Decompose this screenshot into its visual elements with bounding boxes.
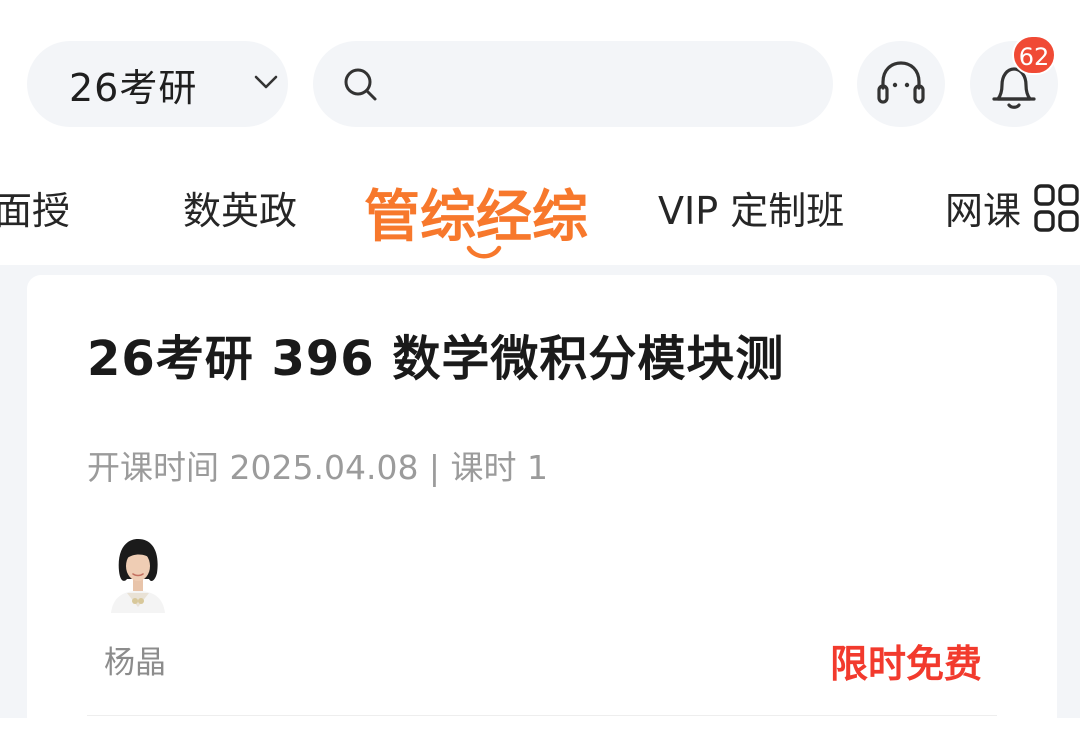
price-label: 限时免费	[830, 642, 983, 686]
course-card[interactable]: 26考研 396 数学微积分模块测 开课时间 2025.04.08 | 课时 1…	[27, 275, 1057, 735]
notification-count-badge: 62	[1012, 35, 1056, 75]
tab-face-to-face[interactable]: 面授	[0, 180, 70, 235]
exam-selector-label: 26考研	[69, 65, 198, 110]
search-bar[interactable]	[313, 41, 833, 127]
avatar	[111, 539, 165, 613]
course-title: 26考研 396 数学微积分模块测	[87, 331, 785, 387]
exam-year-selector[interactable]: 26考研	[27, 41, 288, 127]
search-input[interactable]	[397, 59, 811, 111]
teacher-name: 杨晶	[104, 645, 166, 681]
grid-menu-button[interactable]	[1030, 182, 1080, 234]
category-tabs: 面授 数英政 管综经综 VIP 定制班 网课	[0, 150, 1080, 265]
chevron-down-icon	[254, 75, 278, 89]
search-icon	[344, 68, 377, 101]
grid-menu-icon	[1034, 184, 1079, 232]
tab-math-english-politics[interactable]: 数英政	[183, 180, 297, 235]
tab-online-courses[interactable]: 网课	[945, 180, 1021, 235]
customer-service-icon	[877, 61, 925, 104]
card-divider	[87, 715, 997, 716]
top-bar: 26考研 62	[0, 0, 1080, 150]
tab-smile-indicator-icon	[466, 245, 502, 259]
customer-service-button[interactable]	[857, 41, 945, 127]
tab-vip-custom-class[interactable]: VIP 定制班	[658, 180, 844, 235]
tab-management-economics[interactable]: 管综经综	[364, 172, 588, 253]
course-schedule-info: 开课时间 2025.04.08 | 课时 1	[87, 448, 549, 487]
